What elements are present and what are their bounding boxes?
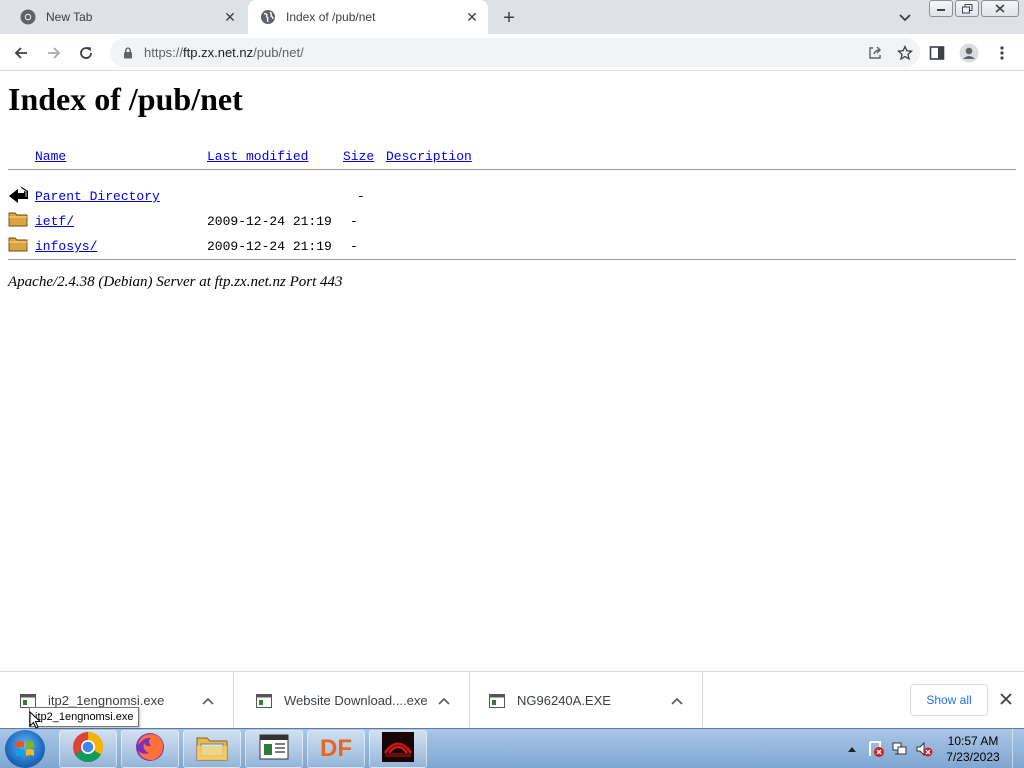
taskbar-file-explorer[interactable] xyxy=(183,730,241,768)
chevron-up-icon[interactable] xyxy=(197,690,219,712)
tab-new-tab[interactable]: New Tab ✕ xyxy=(8,0,246,34)
browser-window: New Tab ✕ Index of /pub/net ✕ + https://… xyxy=(0,0,1024,768)
system-tray xyxy=(840,729,936,768)
column-header-last-modified[interactable]: Last modified xyxy=(207,149,308,164)
profile-avatar-icon[interactable] xyxy=(958,42,980,64)
address-bar[interactable]: https://ftp.zx.net.nz/pub/net/ xyxy=(110,38,920,67)
show-all-button[interactable]: Show all xyxy=(910,684,988,716)
column-header-name[interactable]: Name xyxy=(35,149,66,164)
file-explorer-icon xyxy=(195,732,229,767)
globe-icon xyxy=(260,9,276,25)
close-icon[interactable]: ✕ xyxy=(220,7,240,27)
window-close-button[interactable] xyxy=(981,0,1019,17)
size-value: - xyxy=(350,214,358,229)
tab-title: New Tab xyxy=(46,10,93,24)
app-window-icon xyxy=(259,734,289,765)
red-app-icon xyxy=(381,731,415,768)
back-arrow-icon xyxy=(8,185,28,205)
modified-value: 2009-12-24 21:19 xyxy=(207,214,332,229)
back-arrow-icon[interactable] xyxy=(10,42,32,64)
download-filename: itp2_1engnomsi.exe xyxy=(48,693,165,708)
modified-value: 2009-12-24 21:19 xyxy=(207,239,332,254)
exe-file-icon xyxy=(256,693,272,708)
download-filename: NG96240A.EXE xyxy=(517,693,611,708)
taskbar: DF 10:57 AM 7/23/2023 xyxy=(0,728,1024,768)
close-icon[interactable]: ✕ xyxy=(462,7,482,27)
chevron-up-icon[interactable] xyxy=(433,690,455,712)
url-host: ftp.zx.net.nz xyxy=(183,45,254,60)
divider xyxy=(8,259,1016,260)
network-icon[interactable] xyxy=(890,740,910,758)
exe-file-icon xyxy=(489,693,505,708)
size-value: - xyxy=(357,189,365,204)
link-ietf[interactable]: ietf/ xyxy=(35,214,74,229)
divider xyxy=(8,169,1016,170)
clock-date: 7/23/2023 xyxy=(946,750,1000,764)
side-panel-icon[interactable] xyxy=(926,42,948,64)
taskbar-app-window[interactable] xyxy=(245,730,303,768)
taskbar-chrome[interactable] xyxy=(59,730,117,768)
window-controls xyxy=(927,0,1019,18)
size-value: - xyxy=(350,239,358,254)
more-menu-icon[interactable] xyxy=(991,42,1013,64)
tab-index-of-pub-net[interactable]: Index of /pub/net ✕ xyxy=(248,0,488,34)
bookmark-star-icon[interactable] xyxy=(890,42,920,64)
exe-file-icon xyxy=(20,693,36,708)
folder-icon xyxy=(8,235,28,255)
chevron-down-icon[interactable] xyxy=(895,9,915,27)
show-desktop-button[interactable] xyxy=(1012,729,1024,768)
share-icon[interactable] xyxy=(860,42,890,64)
restore-button[interactable] xyxy=(955,0,979,17)
clock-time: 10:57 AM xyxy=(947,734,999,748)
system-clock[interactable]: 10:57 AM 7/23/2023 xyxy=(940,733,1006,765)
url-scheme: https:// xyxy=(144,45,184,60)
start-button[interactable] xyxy=(5,730,45,768)
reload-icon[interactable] xyxy=(75,42,97,64)
chrome-icon xyxy=(20,9,36,25)
table-row: Parent Directory - xyxy=(0,186,1024,211)
table-row: ietf/ 2009-12-24 21:19 - xyxy=(0,212,1024,236)
download-item[interactable]: Website Download....exe xyxy=(236,672,470,729)
volume-muted-icon[interactable] xyxy=(914,740,934,758)
df-icon: DF xyxy=(320,735,352,762)
new-tab-button[interactable]: + xyxy=(498,7,520,29)
tooltip: itp2_1engnomsi.exe xyxy=(29,707,140,727)
taskbar-red-app[interactable] xyxy=(369,730,427,768)
column-header-size[interactable]: Size xyxy=(343,149,374,164)
download-item[interactable]: NG96240A.EXE xyxy=(469,672,703,729)
server-signature: Apache/2.4.38 (Debian) Server at ftp.zx.… xyxy=(8,274,343,290)
close-icon[interactable] xyxy=(996,689,1016,709)
download-shelf: itp2_1engnomsi.exe Website Download....e… xyxy=(0,671,1024,729)
taskbar-firefox[interactable] xyxy=(121,730,179,768)
url-path: /pub/net/ xyxy=(253,45,304,60)
taskbar-df-app[interactable]: DF xyxy=(307,730,365,768)
lock-icon[interactable] xyxy=(120,46,136,59)
url-text: https://ftp.zx.net.nz/pub/net/ xyxy=(144,45,860,60)
tab-strip: New Tab ✕ Index of /pub/net ✕ + xyxy=(0,0,1024,34)
forward-arrow-icon[interactable] xyxy=(43,42,65,64)
toolbar: https://ftp.zx.net.nz/pub/net/ xyxy=(0,34,1024,71)
column-header-description[interactable]: Description xyxy=(386,149,472,164)
tray-expand-icon[interactable] xyxy=(842,740,862,758)
table-row: infosys/ 2009-12-24 21:19 - xyxy=(0,237,1024,261)
link-parent-directory[interactable]: Parent Directory xyxy=(35,189,160,204)
chrome-icon xyxy=(72,731,104,768)
mouse-cursor-icon xyxy=(29,710,42,735)
link-infosys[interactable]: infosys/ xyxy=(35,239,97,254)
tab-title: Index of /pub/net xyxy=(286,10,376,24)
folder-icon xyxy=(8,210,28,230)
chevron-up-icon[interactable] xyxy=(666,690,688,712)
firefox-icon xyxy=(134,731,166,768)
page-title: Index of /pub/net xyxy=(8,81,243,117)
minimize-button[interactable] xyxy=(929,0,953,17)
download-filename: Website Download....exe xyxy=(284,693,428,708)
action-center-warning-icon[interactable] xyxy=(866,740,886,758)
page-content: Index of /pub/net Name Last modified Siz… xyxy=(0,71,1024,671)
